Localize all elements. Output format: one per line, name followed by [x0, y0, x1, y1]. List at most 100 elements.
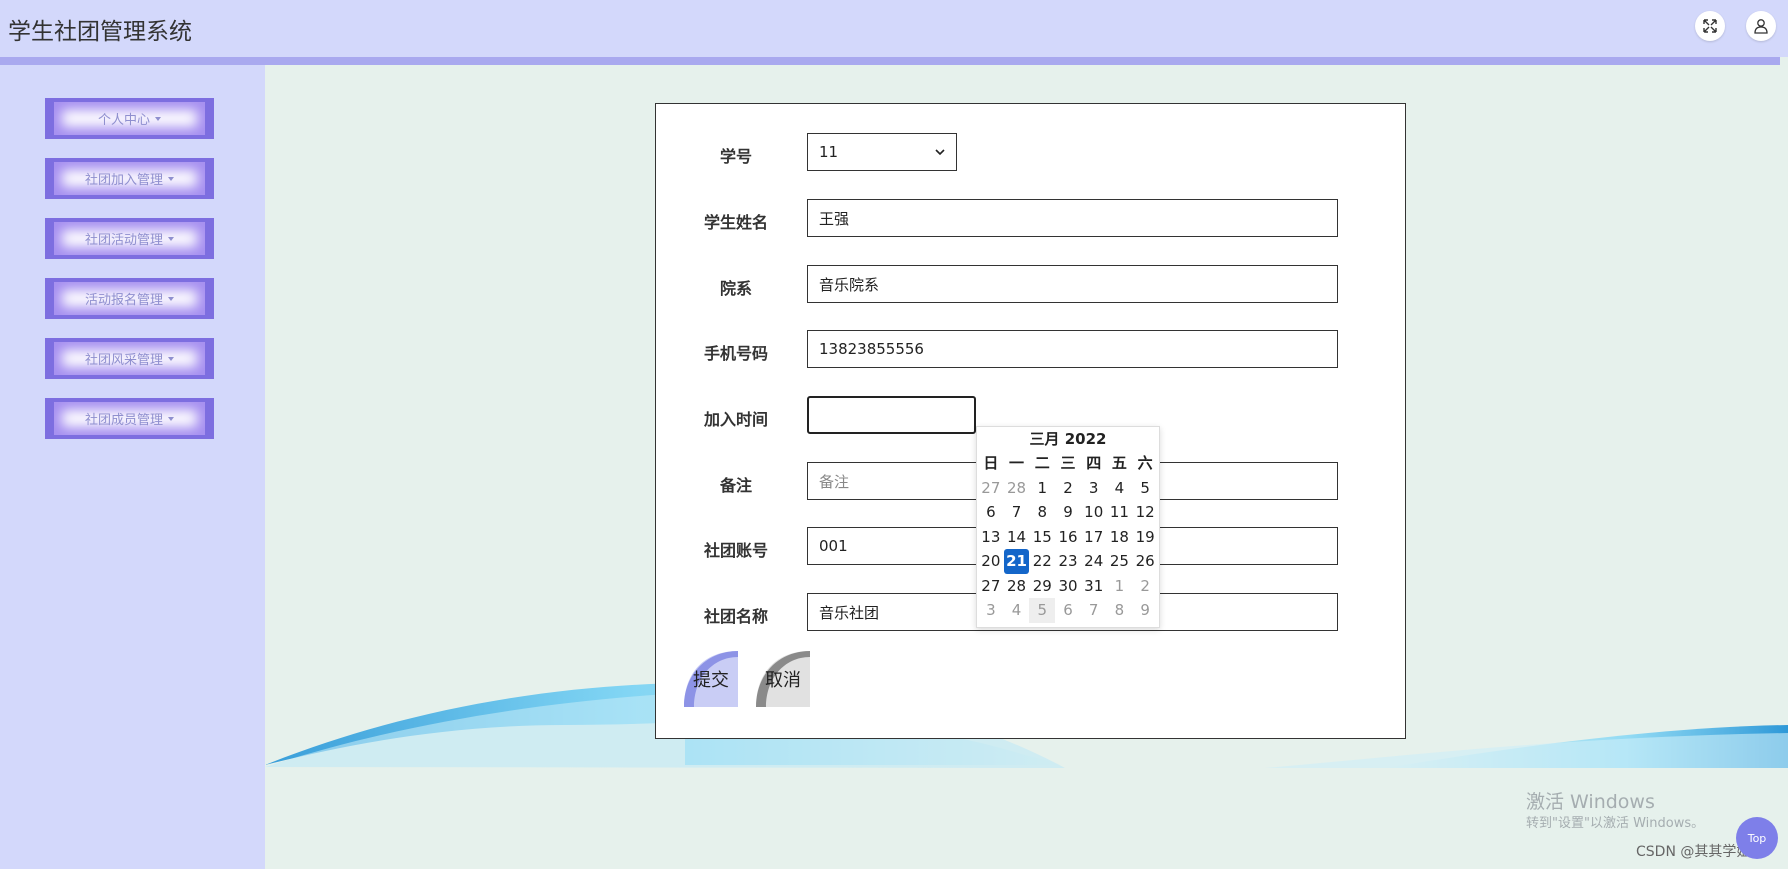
calendar-day[interactable]: 28 [1004, 574, 1030, 599]
row-student-name: 学生姓名 王强 [656, 199, 1407, 239]
windows-activation-hint: 转到"设置"以激活 Windows。 [1526, 816, 1705, 831]
calendar-day[interactable]: 7 [1081, 598, 1107, 623]
calendar-day[interactable]: 17 [1081, 525, 1107, 550]
fullscreen-icon [1703, 19, 1717, 33]
sidebar-item-label: 社团活动管理 [84, 233, 163, 248]
calendar-day[interactable]: 4 [1107, 476, 1133, 501]
calendar-day-selected[interactable]: 21 [1003, 549, 1030, 574]
department-label: 院系 [719, 279, 752, 298]
calendar-day[interactable]: 10 [1081, 500, 1107, 525]
calendar-day[interactable]: 24 [1081, 549, 1107, 574]
sidebar-item-club-members[interactable]: 社团成员管理 [45, 398, 214, 439]
calendar-weekday: 日 [983, 454, 999, 472]
calendar-day[interactable]: 19 [1132, 525, 1158, 550]
sidebar-item-label: 社团风采管理 [84, 353, 163, 368]
sidebar-item-label: 社团成员管理 [84, 413, 163, 428]
calendar-day[interactable]: 26 [1132, 549, 1158, 574]
calendar-day[interactable]: 15 [1029, 525, 1055, 550]
calendar-day[interactable]: 31 [1081, 574, 1107, 599]
user-icon [1754, 19, 1768, 34]
phone-label: 手机号码 [703, 344, 768, 363]
back-to-top-button[interactable]: Top [1736, 817, 1778, 859]
sidebar-item-label: 社团加入管理 [84, 173, 163, 188]
header-divider [0, 57, 1780, 65]
calendar-day[interactable]: 1 [1029, 476, 1055, 501]
calendar-day[interactable]: 14 [1004, 525, 1030, 550]
student-id-label: 学号 [719, 147, 752, 166]
calendar-day[interactable]: 25 [1107, 549, 1133, 574]
student-name-label: 学生姓名 [703, 213, 768, 232]
caret-down-icon [168, 416, 174, 421]
user-button[interactable] [1746, 11, 1776, 41]
calendar-day[interactable]: 6 [1055, 598, 1081, 623]
cancel-button[interactable]: 取消 [756, 651, 810, 707]
calendar-day[interactable]: 22 [1029, 549, 1055, 574]
club-name-label: 社团名称 [703, 607, 768, 626]
calendar-day[interactable]: 20 [978, 549, 1004, 574]
student-id-value: 11 [819, 143, 839, 161]
windows-activation-title: 激活 Windows [1526, 791, 1655, 813]
calendar-weekday: 四 [1086, 454, 1102, 472]
calendar-day[interactable]: 7 [1004, 500, 1030, 525]
calendar-day[interactable]: 11 [1107, 500, 1133, 525]
calendar-day[interactable]: 3 [1081, 476, 1107, 501]
app-title: 学生社团管理系统 [8, 19, 192, 45]
submit-button-label: 提交 [693, 670, 729, 691]
calendar-day[interactable]: 27 [978, 574, 1004, 599]
sidebar-item-club-showcase[interactable]: 社团风采管理 [45, 338, 214, 379]
calendar-weekday: 一 [1009, 454, 1025, 472]
calendar-day[interactable]: 9 [1055, 500, 1081, 525]
row-department: 院系 音乐院系 [656, 265, 1407, 305]
top-header: 学生社团管理系统 [0, 0, 1788, 57]
calendar-day[interactable]: 13 [978, 525, 1004, 550]
caret-down-icon [168, 356, 174, 361]
join-time-label: 加入时间 [703, 410, 768, 429]
calendar-day[interactable]: 29 [1029, 574, 1055, 599]
calendar-day[interactable]: 27 [978, 476, 1004, 501]
sidebar: 个人中心 社团加入管理 社团活动管理 活动报名管理 社团风采管理 社团成员管理 [0, 65, 265, 869]
calendar-day[interactable]: 23 [1055, 549, 1081, 574]
remark-label: 备注 [719, 476, 752, 495]
row-phone: 手机号码 13823855556 [656, 330, 1407, 370]
chevron-down-icon [935, 149, 945, 156]
phone-input[interactable]: 13823855556 [807, 330, 1338, 368]
caret-down-icon [155, 116, 161, 121]
row-student-id: 学号 11 [656, 133, 1407, 173]
calendar-weekday: 三 [1060, 454, 1076, 472]
student-name-input[interactable]: 王强 [807, 199, 1338, 237]
calendar-day[interactable]: 2 [1132, 574, 1158, 599]
department-input[interactable]: 音乐院系 [807, 265, 1338, 303]
calendar-day[interactable]: 5 [1132, 476, 1158, 501]
calendar-day[interactable]: 6 [978, 500, 1004, 525]
join-time-input[interactable] [807, 396, 976, 434]
caret-down-icon [168, 176, 174, 181]
sidebar-item-label: 活动报名管理 [84, 293, 163, 308]
caret-down-icon [168, 296, 174, 301]
calendar-day[interactable]: 2 [1055, 476, 1081, 501]
date-picker: 三月 2022 日一二三四五六 27 28 1 2 3 4 5 6 7 8 9 10 11 12 13 14 15… [976, 426, 1160, 628]
calendar-day[interactable]: 30 [1055, 574, 1081, 599]
sidebar-item-personal-center[interactable]: 个人中心 [45, 98, 214, 139]
sidebar-item-activity-signup[interactable]: 活动报名管理 [45, 278, 214, 319]
calendar-day[interactable]: 8 [1029, 500, 1055, 525]
sidebar-item-club-join[interactable]: 社团加入管理 [45, 158, 214, 199]
calendar-day[interactable]: 4 [1004, 598, 1030, 623]
cancel-button-label: 取消 [765, 670, 801, 691]
calendar-day[interactable]: 9 [1132, 598, 1158, 623]
fullscreen-button[interactable] [1695, 11, 1725, 41]
sidebar-item-label: 个人中心 [97, 113, 150, 128]
calendar-day[interactable]: 16 [1055, 525, 1081, 550]
calendar-day[interactable]: 28 [1004, 476, 1030, 501]
calendar-day[interactable]: 18 [1107, 525, 1133, 550]
calendar-day[interactable]: 12 [1132, 500, 1158, 525]
submit-button[interactable]: 提交 [684, 651, 738, 707]
sidebar-item-club-activity[interactable]: 社团活动管理 [45, 218, 214, 259]
calendar-day[interactable]: 1 [1107, 574, 1133, 599]
student-id-select[interactable]: 11 [807, 133, 957, 171]
calendar-day[interactable]: 5 [1029, 598, 1056, 623]
calendar-month-title: 三月 2022 [1029, 430, 1107, 448]
calendar-day[interactable]: 8 [1107, 598, 1133, 623]
calendar-weekday: 六 [1137, 454, 1153, 472]
calendar-day[interactable]: 3 [978, 598, 1004, 623]
calendar-grid: 日一二三四五六 27 28 1 2 3 4 5 6 7 8 9 10 11 12 13 14 15 16 17 18 19… [977, 451, 1159, 623]
